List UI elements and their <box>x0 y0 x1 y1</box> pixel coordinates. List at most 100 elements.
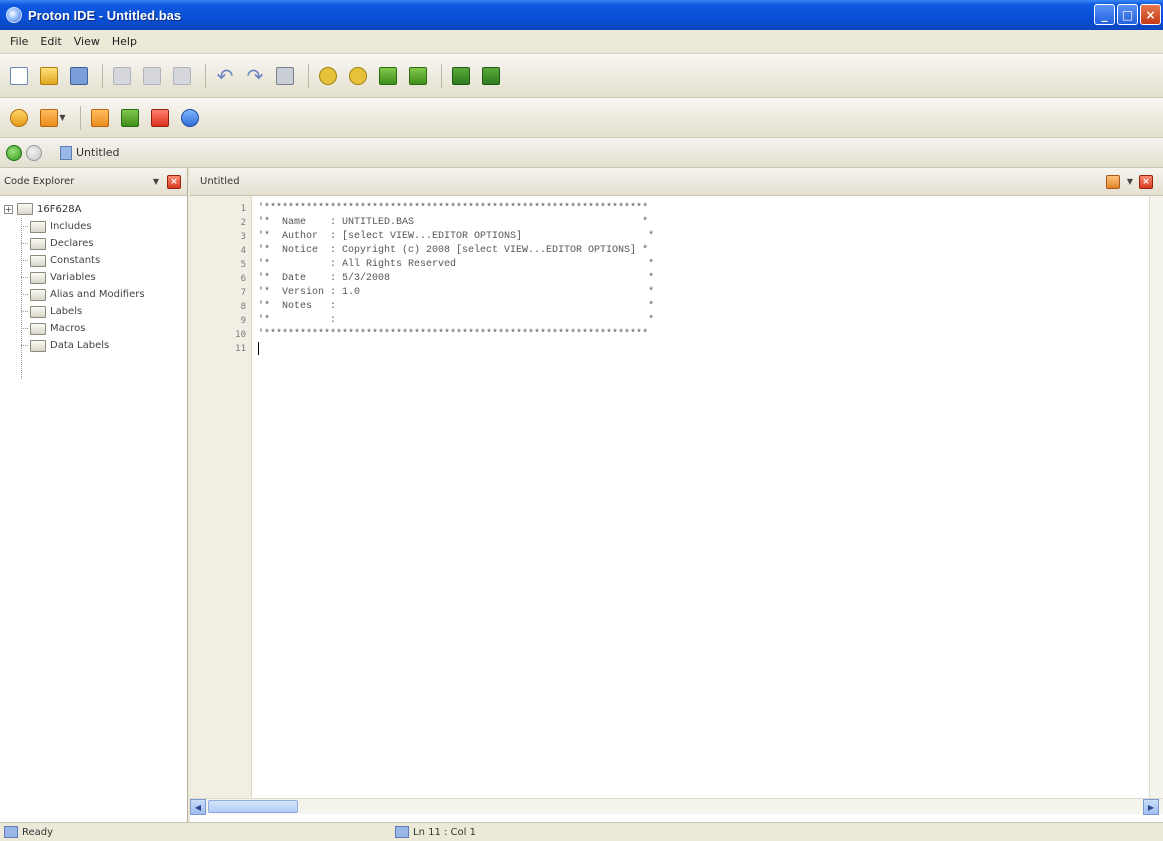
code-line: 9 '* : * <box>241 314 1152 328</box>
menu-help[interactable]: Help <box>106 33 143 50</box>
minimize-button[interactable]: _ <box>1094 4 1115 25</box>
folder-icon <box>30 254 46 267</box>
tree-item-constants[interactable]: Constants <box>4 252 187 269</box>
tree-item-label: Macros <box>50 323 86 334</box>
paste-button[interactable] <box>169 63 195 89</box>
close-icon[interactable]: × <box>1139 174 1153 189</box>
plugin-icon <box>91 108 109 127</box>
save-button[interactable] <box>66 63 92 89</box>
cut-icon <box>113 66 131 85</box>
close-button[interactable]: × <box>1140 4 1161 25</box>
folder-icon <box>30 288 46 301</box>
line-text: '* Notes : * <box>258 301 655 312</box>
redo-button[interactable]: ↷ <box>242 63 268 89</box>
bookmark-button[interactable] <box>6 105 32 131</box>
compile-button[interactable] <box>315 63 341 89</box>
folder-icon <box>30 220 46 233</box>
code-editor[interactable]: 1 '**************************************… <box>235 196 1152 798</box>
program-verify-icon <box>409 66 427 85</box>
program-verify-button[interactable] <box>405 63 431 89</box>
remove-plugin-button[interactable] <box>147 105 173 131</box>
find-plugin-button[interactable] <box>177 105 203 131</box>
tree-item-declares[interactable]: Declares <box>4 235 187 252</box>
copy-icon <box>143 66 161 85</box>
document-icon <box>60 145 72 160</box>
text-cursor <box>258 342 259 355</box>
dropdown-arrow-icon[interactable]: ▼ <box>1127 177 1133 186</box>
line-text: '* Name : UNTITLED.BAS * <box>258 217 649 228</box>
menu-view[interactable]: View <box>68 33 106 50</box>
status-bar: Ready Ln 11 : Col 1 <box>0 822 1163 841</box>
assemble-program-button[interactable] <box>478 63 504 89</box>
maximize-button[interactable]: □ <box>1117 4 1138 25</box>
assemble-button[interactable] <box>448 63 474 89</box>
expand-icon[interactable]: + <box>4 204 13 214</box>
cut-button[interactable] <box>109 63 135 89</box>
undo-button[interactable]: ↶ <box>212 63 238 89</box>
bookmark-icon <box>10 108 28 127</box>
editor-header: Untitled ▼ × <box>190 168 1163 196</box>
tree-item-includes[interactable]: Includes <box>4 218 187 235</box>
horizontal-scrollbar[interactable]: ◀ ▶ <box>190 798 1163 815</box>
scroll-right-icon[interactable]: ▶ <box>1143 799 1159 815</box>
tree-item-macros[interactable]: Macros <box>4 320 187 337</box>
assemble-program-icon <box>482 66 500 85</box>
line-text: '* : All Rights Reserved * <box>258 259 655 270</box>
menu-file[interactable]: File <box>4 33 34 50</box>
add-plugin-button[interactable] <box>117 105 143 131</box>
code-line: 11 <box>235 342 1152 356</box>
line-text: '* Notice : Copyright (c) 2008 [select V… <box>258 245 649 256</box>
close-icon[interactable]: × <box>167 174 181 189</box>
scroll-left-icon[interactable]: ◀ <box>190 799 206 815</box>
goto-button[interactable]: ▼ <box>36 105 70 131</box>
scrollbar-thumb[interactable] <box>208 800 298 813</box>
code-line: 10 '*************************************… <box>235 328 1152 342</box>
cursor-position: Ln 11 : Col 1 <box>395 826 476 838</box>
line-text: '***************************************… <box>258 329 649 340</box>
redo-icon: ↷ <box>246 63 264 88</box>
open-file-button[interactable] <box>36 63 62 89</box>
editor-tab-title: Untitled <box>200 176 240 187</box>
app-icon[interactable] <box>6 7 22 23</box>
status-state: Ready <box>0 826 395 838</box>
save-icon <box>70 66 88 85</box>
code-line: 7 '* Version : 1.0 * <box>241 286 1152 300</box>
tree-item-variables[interactable]: Variables <box>4 269 187 286</box>
code-line: 5 '* : All Rights Reserved * <box>241 258 1152 272</box>
print-button[interactable] <box>272 63 298 89</box>
tree-root-label: 16F628A <box>37 203 82 215</box>
line-number: 9 <box>240 316 246 326</box>
folder-icon <box>30 271 46 284</box>
tree-item-label: Includes <box>50 221 92 232</box>
line-text: '***************************************… <box>258 203 649 214</box>
copy-button[interactable] <box>139 63 165 89</box>
folder-icon <box>30 305 46 318</box>
forward-icon[interactable] <box>26 144 42 161</box>
plugin-button[interactable] <box>87 105 113 131</box>
editor-options-icon[interactable] <box>1105 174 1120 189</box>
window-controls: _ □ × <box>1094 4 1161 25</box>
toolbar-separator <box>102 63 103 88</box>
line-number: 11 <box>235 344 246 354</box>
dropdown-arrow-icon: ▼ <box>59 113 66 122</box>
main-toolbar: ↶ ↷ <box>0 54 1163 98</box>
back-icon[interactable] <box>6 144 22 161</box>
tree-item-alias-modifiers[interactable]: Alias and Modifiers <box>4 286 187 303</box>
editor-header-actions: ▼ × <box>1105 174 1159 189</box>
tree-item-data-labels[interactable]: Data Labels <box>4 337 187 354</box>
code-line: 2 '* Name : UNTITLED.BAS * <box>241 216 1152 230</box>
new-file-button[interactable] <box>6 63 32 89</box>
document-tab[interactable]: Untitled <box>54 144 126 162</box>
folder-icon <box>30 339 46 352</box>
title-bar[interactable]: Proton IDE - Untitled.bas _ □ × <box>0 0 1163 30</box>
compile-program-button[interactable] <box>345 63 371 89</box>
vertical-scrollbar[interactable] <box>1149 196 1163 798</box>
menu-edit[interactable]: Edit <box>34 33 67 50</box>
dropdown-arrow-icon[interactable]: ▼ <box>153 177 159 186</box>
folder-icon <box>30 237 46 250</box>
program-button[interactable] <box>375 63 401 89</box>
tree-root[interactable]: + 16F628A <box>4 200 187 218</box>
cursor-position-text: Ln 11 : Col 1 <box>413 826 476 838</box>
code-explorer-title: Code Explorer <box>4 176 75 187</box>
tree-item-labels[interactable]: Labels <box>4 303 187 320</box>
